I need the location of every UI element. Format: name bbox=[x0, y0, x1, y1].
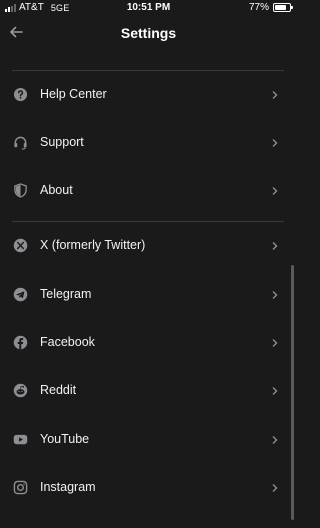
row-label: YouTube bbox=[40, 432, 90, 446]
page-title: Settings bbox=[120, 25, 177, 41]
battery-percent: 77% bbox=[248, 2, 269, 13]
x-twitter-icon bbox=[13, 238, 28, 253]
row-label: Support bbox=[40, 135, 84, 149]
telegram-icon bbox=[13, 287, 28, 302]
chevron-right-icon bbox=[272, 291, 278, 299]
shield-icon bbox=[14, 183, 27, 198]
settings-row-telegram[interactable]: Telegram bbox=[0, 275, 297, 315]
reddit-icon bbox=[13, 383, 28, 398]
status-right: 77% bbox=[248, 2, 293, 13]
battery-fill bbox=[275, 5, 286, 10]
facebook-icon bbox=[13, 335, 28, 350]
question-circle-icon bbox=[13, 87, 28, 102]
settings-row-x-twitter[interactable]: X (formerly Twitter) bbox=[0, 226, 297, 266]
row-label: X (formerly Twitter) bbox=[40, 238, 146, 252]
battery-icon bbox=[273, 3, 293, 12]
settings-row-reddit[interactable]: Reddit bbox=[0, 371, 297, 411]
row-label: Telegram bbox=[40, 287, 92, 301]
chevron-right-icon bbox=[272, 484, 278, 492]
divider bbox=[12, 221, 284, 222]
row-label: Instagram bbox=[40, 480, 96, 494]
scrollbar[interactable] bbox=[291, 265, 294, 520]
settings-row-instagram[interactable]: Instagram bbox=[0, 468, 297, 508]
headset-icon bbox=[14, 136, 27, 150]
row-label: Reddit bbox=[40, 383, 77, 397]
youtube-icon bbox=[13, 434, 28, 445]
status-bar: AT&T 5GE 10:51 PM 77% bbox=[0, 0, 297, 16]
chevron-right-icon bbox=[272, 187, 278, 195]
header: Settings bbox=[0, 18, 297, 48]
chevron-right-icon bbox=[272, 242, 278, 250]
divider bbox=[12, 70, 284, 71]
settings-row-youtube[interactable]: YouTube bbox=[0, 420, 297, 460]
settings-row-facebook[interactable]: Facebook bbox=[0, 323, 297, 363]
instagram-icon bbox=[13, 480, 28, 495]
chevron-right-icon bbox=[272, 139, 278, 147]
chevron-right-icon bbox=[272, 436, 278, 444]
chevron-right-icon bbox=[272, 91, 278, 99]
settings-row-support[interactable]: Support bbox=[0, 123, 297, 163]
settings-row-help-center[interactable]: Help Center bbox=[0, 75, 297, 115]
chevron-right-icon bbox=[272, 339, 278, 347]
row-label: Help Center bbox=[40, 87, 107, 101]
settings-row-about[interactable]: About bbox=[0, 171, 297, 211]
chevron-right-icon bbox=[272, 387, 278, 395]
row-label: Facebook bbox=[40, 335, 95, 349]
row-label: About bbox=[40, 183, 73, 197]
